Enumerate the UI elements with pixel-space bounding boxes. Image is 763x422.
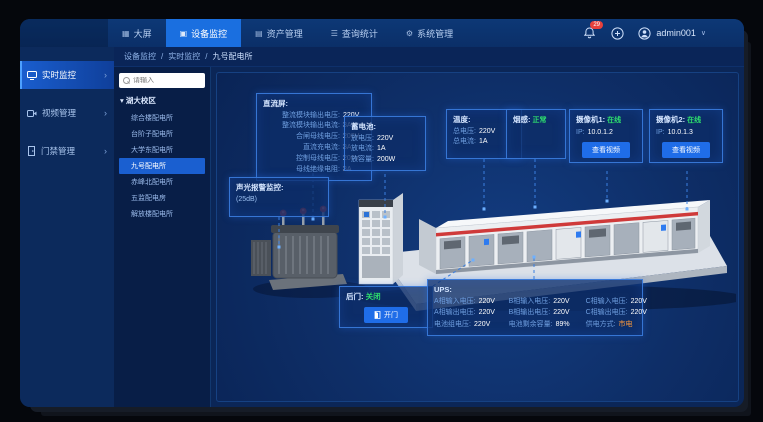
chevron-down-icon: ∨ (701, 29, 706, 37)
nav-item-dashboard[interactable]: ▦ 大屏 (108, 19, 166, 47)
sidebar-item-label: 视频管理 (42, 107, 76, 119)
panel-smoke-detector: 烟感: 正常 (506, 109, 566, 159)
breadcrumb-separator: / (161, 52, 163, 61)
chevron-right-icon: › (104, 146, 107, 156)
nav-item-device-monitor[interactable]: ▣ 设备监控 (166, 19, 242, 47)
camera2-status: 在线 (687, 117, 701, 124)
dashboard-icon: ▦ (122, 29, 130, 38)
sidebar-item-access-control[interactable]: 门禁管理 › (20, 137, 114, 165)
tree-item[interactable]: 五监配电房 (119, 190, 205, 206)
app-screen: ▦ 大屏 ▣ 设备监控 ▤ 资产管理 ☰ 查询统计 ⚙ 系统管理 (0, 0, 763, 422)
top-nav: ▦ 大屏 ▣ 设备监控 ▤ 资产管理 ☰ 查询统计 ⚙ 系统管理 (108, 19, 467, 47)
alarm-value: (25dB) (236, 195, 322, 206)
tree-root-node[interactable]: ▾ 湖大校区 (120, 95, 205, 106)
left-sidebar: 实时监控 › 视频管理 › 门禁管理 › (20, 47, 114, 407)
stats-icon: ☰ (331, 29, 338, 38)
asset-box-icon: ▤ (255, 29, 263, 38)
nav-label: 资产管理 (267, 27, 303, 40)
realtime-monitor-icon (27, 71, 37, 80)
sidebar-item-video-manage[interactable]: 视频管理 › (20, 99, 114, 127)
logo-area (20, 19, 108, 47)
video-camera-icon (27, 109, 37, 118)
panel-title: 直流屏: (263, 98, 365, 110)
tree-item[interactable]: 综合楼配电所 (119, 110, 205, 126)
nav-label: 查询统计 (342, 27, 378, 40)
nav-item-assets[interactable]: ▤ 资产管理 (241, 19, 317, 47)
breadcrumb-current: 九号配电所 (212, 51, 252, 62)
nav-label: 大屏 (134, 27, 152, 40)
panel-title: 烟感: (513, 115, 531, 124)
monitor-icon: ▣ (180, 29, 188, 38)
view-video-button-1[interactable]: 查看视频 (582, 142, 630, 158)
tree-item[interactable]: 赤峰北配电所 (119, 174, 205, 190)
camera1-ip: 10.0.1.2 (588, 128, 613, 139)
gear-icon: ⚙ (406, 29, 413, 38)
sidebar-item-label: 实时监控 (42, 69, 76, 81)
panel-ups: UPS: A相输入电压:220V B相输入电压:220V C相输入电压:220V… (427, 279, 643, 336)
username: admin001 (656, 28, 696, 38)
sidebar-item-realtime-monitor[interactable]: 实时监控 › (20, 61, 114, 89)
breadcrumb-item[interactable]: 设备监控 (124, 51, 156, 62)
top-header: ▦ 大屏 ▣ 设备监控 ▤ 资产管理 ☰ 查询统计 ⚙ 系统管理 (20, 19, 744, 47)
smoke-status: 正常 (532, 117, 546, 124)
nav-item-system[interactable]: ⚙ 系统管理 (392, 19, 467, 47)
tree-item[interactable]: 解放楼配电所 (119, 206, 205, 222)
fullscreen-icon[interactable] (610, 26, 624, 40)
sidebar-item-label: 门禁管理 (41, 145, 75, 157)
tree-search-input[interactable] (133, 77, 201, 84)
open-door-button[interactable]: 开门 (364, 307, 408, 323)
tree-item-selected[interactable]: 九号配电所 (119, 158, 205, 174)
tree-search[interactable] (119, 73, 205, 88)
breadcrumb-separator: / (205, 52, 207, 61)
nav-label: 系统管理 (417, 27, 453, 40)
breadcrumb-item[interactable]: 实时监控 (168, 51, 200, 62)
nav-label: 设备监控 (191, 27, 227, 40)
tree-item[interactable]: 台阶子配电所 (119, 126, 205, 142)
panel-rear-door: 后门: 关闭 开门 (339, 286, 433, 328)
chevron-right-icon: › (104, 70, 107, 80)
camera2-ip: 10.0.1.3 (668, 128, 693, 139)
panel-camera-2: 摄像机2: 在线 IP:10.0.1.3 查看视频 (649, 109, 723, 163)
panel-title: 声光报警监控: (236, 182, 322, 194)
app-window: ▦ 大屏 ▣ 设备监控 ▤ 资产管理 ☰ 查询统计 ⚙ 系统管理 (20, 19, 744, 407)
nav-item-query-stats[interactable]: ☰ 查询统计 (317, 19, 392, 47)
user-avatar-icon (638, 27, 651, 40)
ups-power-source: 市电 (619, 320, 641, 331)
panel-title: 蓄电池: (351, 121, 419, 133)
breadcrumb: 设备监控 / 实时监控 / 九号配电所 (114, 47, 744, 67)
station-tree-panel: ▾ 湖大校区 综合楼配电所 台阶子配电所 大学东配电所 九号配电所 赤峰北配电所… (114, 67, 211, 407)
monitor-content: 直流屏: 整流模块输出电压:220V 整流模块输出电流:3A 合闸母线电压:20… (211, 67, 744, 407)
notification-bell-icon[interactable]: 29 (582, 26, 596, 40)
door-access-icon (27, 146, 36, 156)
tree-item[interactable]: 大学东配电所 (119, 142, 205, 158)
door-status: 关闭 (366, 292, 381, 301)
camera1-status: 在线 (607, 117, 621, 124)
panel-title: UPS: (434, 284, 636, 296)
door-open-icon (374, 311, 381, 319)
panel-battery: 蓄电池: 放电压:220V 放电流:1A 放容量:200W (344, 116, 426, 171)
view-video-button-2[interactable]: 查看视频 (662, 142, 710, 158)
user-menu[interactable]: admin001 ∨ (638, 27, 706, 40)
panel-sound-light-alarm: 声光报警监控: (25dB) (229, 177, 329, 217)
panel-camera-1: 摄像机1: 在线 IP:10.0.1.2 查看视频 (569, 109, 643, 163)
chevron-right-icon: › (104, 108, 107, 118)
header-right: 29 admin001 ∨ (582, 19, 744, 47)
search-icon (123, 77, 130, 84)
notification-badge: 29 (590, 21, 603, 29)
